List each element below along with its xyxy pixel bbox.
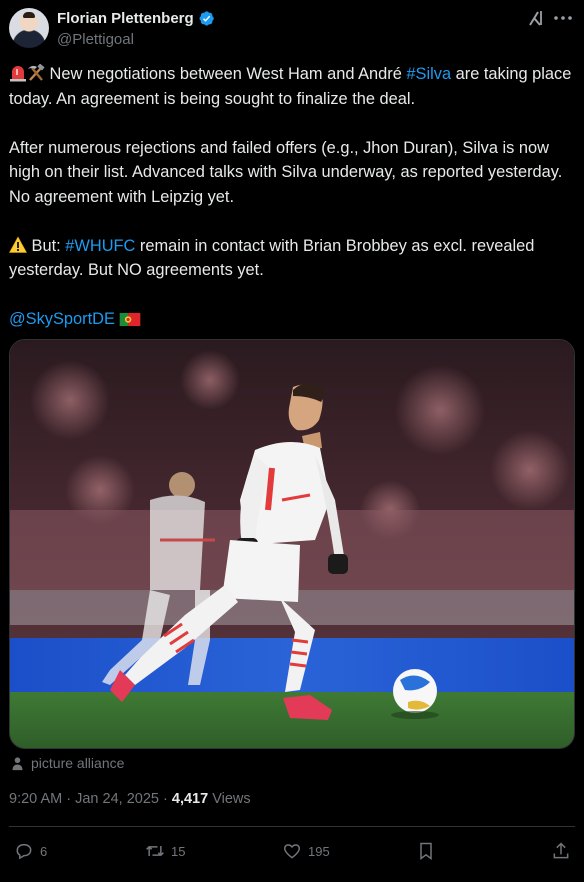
reply-count: 6 (40, 843, 48, 859)
tweet-date[interactable]: Jan 24, 2025 (75, 791, 159, 807)
meta-separator: · (66, 791, 72, 807)
rotating-light-emoji (10, 66, 26, 82)
share-icon (553, 842, 569, 859)
tweet-paragraph-2: After numerous rejections and failed off… (9, 138, 563, 206)
repost-count: 15 (171, 843, 186, 859)
tweet-header: Florian Plettenberg @Plettigoal (9, 8, 572, 52)
mention-skysportde[interactable]: @SkySportDE (9, 310, 115, 328)
author-name[interactable]: Florian Plettenberg (57, 10, 194, 27)
views-count: 4,417 (171, 791, 209, 807)
share-button[interactable] (551, 836, 571, 866)
author-handle[interactable]: @Plettigoal (57, 31, 134, 48)
bookmark-icon (420, 842, 432, 860)
bookmark-button[interactable] (416, 836, 436, 866)
tweet-time[interactable]: 9:20 AM (9, 791, 62, 807)
tweet-text: New negotiations between West Ham and An… (9, 62, 575, 332)
tweet-paragraph-4: @SkySportDE (9, 307, 575, 332)
views-label: Views (212, 791, 251, 807)
attribution-text: picture alliance (31, 755, 125, 771)
divider (9, 826, 575, 827)
retweet-icon (146, 846, 164, 856)
reply-icon (16, 844, 32, 860)
meta-separator: · (163, 791, 168, 807)
hammer-and-pick-emoji (28, 64, 45, 81)
tweet-text-segment: New negotiations between West Ham and An… (45, 65, 407, 83)
warning-emoji (9, 235, 27, 253)
tweet-paragraph-1: New negotiations between West Ham and An… (9, 62, 575, 111)
media-attribution: picture alliance (10, 755, 124, 771)
verified-badge-icon (199, 11, 214, 26)
avatar[interactable] (9, 8, 49, 48)
hashtag-whufc[interactable]: #WHUFC (65, 237, 135, 255)
person-icon (12, 756, 23, 770)
tweet-meta: 9:20 AM · Jan 24, 2025 · 4,417 Views (9, 791, 251, 807)
tweet-photo[interactable] (9, 339, 575, 749)
author-name-row: Florian Plettenberg (57, 10, 215, 27)
tweet-actions: 6 15 195 (0, 836, 584, 866)
tweet-paragraph-3: But: #WHUFC remain in contact with Brian… (9, 234, 575, 283)
heart-icon (283, 844, 301, 859)
reply-button[interactable]: 6 (14, 836, 47, 866)
tweet-text-segment: But: (27, 236, 66, 255)
like-count: 195 (308, 843, 330, 859)
football-player-photo (10, 340, 574, 748)
hashtag-silva[interactable]: #Silva (406, 65, 451, 83)
grok-icon[interactable] (526, 8, 546, 28)
more-icon[interactable] (554, 16, 572, 20)
portugal-flag-emoji (120, 312, 141, 327)
like-button[interactable]: 195 (282, 836, 330, 866)
repost-button[interactable]: 15 (145, 836, 185, 866)
